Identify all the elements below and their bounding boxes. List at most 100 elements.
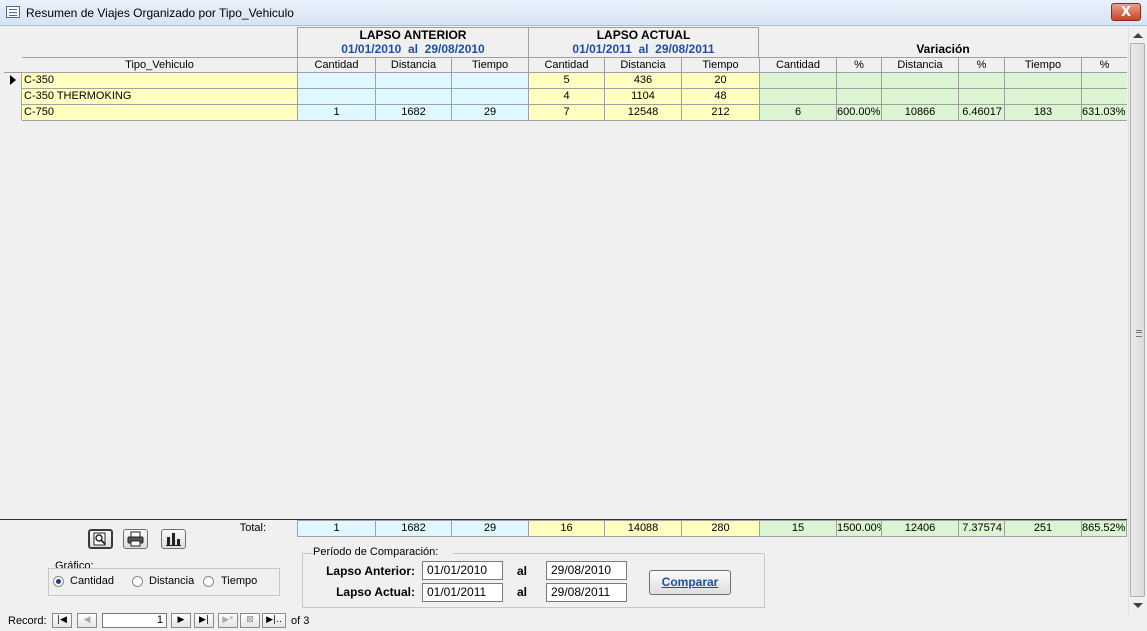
close-button[interactable]: X <box>1111 3 1141 21</box>
total-var-distancia: 12406 <box>881 520 958 537</box>
row1-var-cantidad <box>759 72 836 88</box>
total-actual-cantidad: 16 <box>528 520 604 537</box>
col-var-tiempo-pct: % <box>1081 57 1127 72</box>
scroll-thumb[interactable] <box>1130 43 1145 597</box>
radio-distancia[interactable] <box>132 576 143 587</box>
current-record-field[interactable]: 1 <box>102 613 167 628</box>
record-label: Record: <box>8 615 47 627</box>
row1-tipo[interactable]: C-350 <box>22 72 297 88</box>
row1-var-tiempo <box>1004 72 1081 88</box>
lapso-anterior-desde: 01/01/2010 <box>341 42 402 56</box>
filter-off-icon: ⊠ <box>246 615 254 625</box>
chart-button[interactable] <box>161 529 186 549</box>
lapso-actual-al-label: al <box>516 585 527 599</box>
print-preview-icon <box>93 532 106 546</box>
row2-var-distancia-pct <box>958 88 1004 104</box>
col-anterior-tiempo: Tiempo <box>451 57 528 72</box>
row3-var-cantidad: 6 <box>759 104 836 121</box>
new-record-icon: ▶* <box>222 615 234 625</box>
col-var-cantidad: Cantidad <box>759 57 836 72</box>
lapso-actual-al: al <box>638 42 649 56</box>
row1-var-cantidad-pct <box>836 72 881 88</box>
lapso-actual-desde-field[interactable]: 01/01/2011 <box>422 583 503 602</box>
previous-record-button[interactable]: ◀ <box>77 613 97 628</box>
row3-var-distancia-pct: 6.46017 <box>958 104 1004 121</box>
col-anterior-distancia: Distancia <box>375 57 451 72</box>
record-count: of 3 <box>291 615 310 627</box>
window-title: Resumen de Viajes Organizado por Tipo_Ve… <box>26 6 294 20</box>
scroll-down-icon[interactable] <box>1133 603 1143 608</box>
printer-icon <box>127 531 144 547</box>
lapso-anterior-dates: 01/01/2010 al 29/08/2010 <box>297 42 528 57</box>
total-var-distancia-pct: 7.37574 <box>958 520 1004 537</box>
row3-var-distancia: 10866 <box>881 104 958 121</box>
lapso-anterior-al-label: al <box>516 564 527 578</box>
row3-actual-tiempo: 212 <box>681 104 759 121</box>
row3-tipo[interactable]: C-750 <box>22 104 297 121</box>
total-anterior-tiempo: 29 <box>451 520 528 537</box>
row1-anterior-tiempo <box>451 72 528 88</box>
print-button[interactable] <box>123 529 148 549</box>
lapso-anterior-desde-field[interactable]: 01/01/2010 <box>422 561 503 580</box>
row1-var-tiempo-pct <box>1081 72 1127 88</box>
row3-anterior-tiempo: 29 <box>451 104 528 121</box>
row1-var-distancia <box>881 72 958 88</box>
first-record-button[interactable]: |◀ <box>52 613 72 628</box>
radio-cantidad[interactable] <box>53 576 64 587</box>
col-actual-distancia: Distancia <box>604 57 681 72</box>
vertical-scrollbar[interactable] <box>1128 27 1147 614</box>
row3-anterior-distancia: 1682 <box>375 104 451 121</box>
scroll-up-icon[interactable] <box>1133 33 1143 38</box>
row2-anterior-distancia <box>375 88 451 104</box>
row2-var-tiempo-pct <box>1081 88 1127 104</box>
row2-var-distancia <box>881 88 958 104</box>
col-anterior-cantidad: Cantidad <box>297 57 375 72</box>
lapso-anterior-al: al <box>407 42 418 56</box>
comparar-button[interactable]: Comparar <box>649 570 731 595</box>
print-preview-button[interactable] <box>88 529 113 549</box>
radio-tiempo[interactable] <box>203 576 214 587</box>
lapso-anterior-hasta-field[interactable]: 29/08/2010 <box>546 561 627 580</box>
row3-var-cantidad-pct: 600.00% <box>836 104 881 121</box>
row1-var-distancia-pct <box>958 72 1004 88</box>
col-var-tiempo: Tiempo <box>1004 57 1081 72</box>
totals-label: Total: <box>239 522 266 534</box>
last-record-icon: ▶| <box>199 615 209 625</box>
radio-tiempo-label[interactable]: Tiempo <box>221 574 271 588</box>
row1-anterior-cantidad <box>297 72 375 88</box>
last-ellipsis-icon: ▶|.. <box>266 615 282 625</box>
new-record-button[interactable]: ▶* <box>218 613 238 628</box>
last-record-button[interactable]: ▶| <box>194 613 214 628</box>
row2-actual-cantidad: 4 <box>528 88 604 104</box>
col-var-cantidad-pct: % <box>836 57 881 72</box>
lapso-anterior-title: LAPSO ANTERIOR <box>297 27 528 42</box>
row3-actual-distancia: 12548 <box>604 104 681 121</box>
first-record-icon: |◀ <box>57 615 67 625</box>
periodo-label: Período de Comparación: <box>313 545 453 559</box>
row3-var-tiempo-pct: 631.03% <box>1081 104 1127 121</box>
radio-cantidad-label[interactable]: Cantidad <box>70 574 130 588</box>
col-actual-cantidad: Cantidad <box>528 57 604 72</box>
col-actual-tiempo: Tiempo <box>681 57 759 72</box>
row2-tipo[interactable]: C-350 THERMOKING <box>22 88 297 104</box>
lapso-anterior-hasta: 29/08/2010 <box>424 42 485 56</box>
lapso-anterior-label: Lapso Anterior: <box>326 564 415 578</box>
row3-anterior-cantidad: 1 <box>297 104 375 121</box>
row1-actual-distancia: 436 <box>604 72 681 88</box>
col-var-distancia: Distancia <box>881 57 958 72</box>
row2-anterior-cantidad <box>297 88 375 104</box>
lapso-actual-dates: 01/01/2011 al 29/08/2011 <box>528 42 759 57</box>
total-actual-distancia: 14088 <box>604 520 681 537</box>
row2-var-tiempo <box>1004 88 1081 104</box>
radio-distancia-label[interactable]: Distancia <box>149 574 204 588</box>
total-var-cantidad: 15 <box>759 520 836 537</box>
last-record-ellipsis-button[interactable]: ▶|.. <box>262 613 286 628</box>
lapso-actual-hasta-field[interactable]: 29/08/2011 <box>546 583 627 602</box>
variacion-title: Variación <box>916 42 970 56</box>
lapso-actual-desde: 01/01/2011 <box>572 42 632 56</box>
previous-record-icon: ◀ <box>83 615 91 625</box>
lapso-actual-hasta: 29/08/2011 <box>655 42 715 56</box>
delete-filter-button[interactable]: ⊠ <box>240 613 260 628</box>
next-record-button[interactable]: ▶ <box>171 613 191 628</box>
row2-var-cantidad-pct <box>836 88 881 104</box>
